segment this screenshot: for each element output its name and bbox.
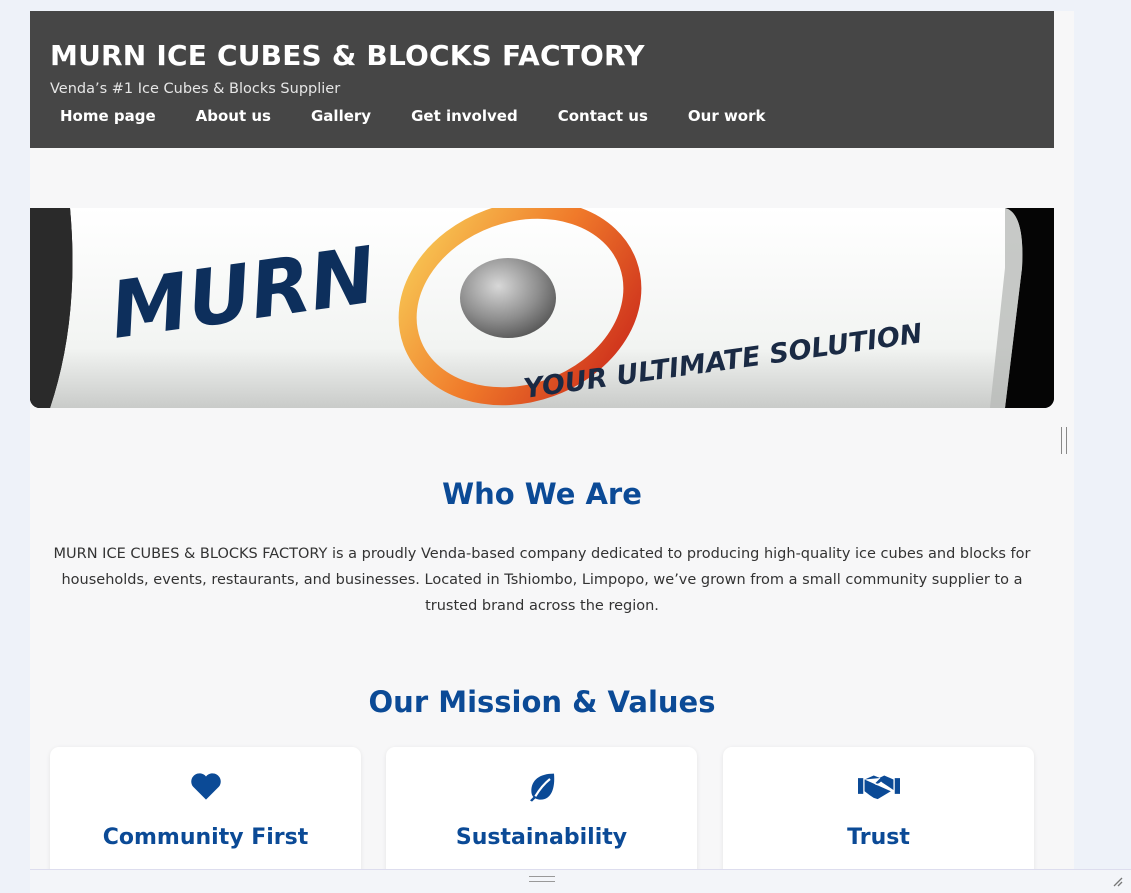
who-we-are-heading: Who We Are — [442, 477, 642, 511]
page-frame: MURN ICE CUBES & BLOCKS FACTORY Venda’s … — [30, 11, 1074, 869]
nav-get-involved[interactable]: Get involved — [411, 107, 518, 125]
mission-heading: Our Mission & Values — [368, 685, 716, 719]
heart-icon — [50, 771, 361, 805]
nav-home-page[interactable]: Home page — [60, 107, 156, 125]
nav-our-work[interactable]: Our work — [688, 107, 766, 125]
main-nav: Home page About us Gallery Get involved … — [60, 107, 805, 125]
site-title: MURN ICE CUBES & BLOCKS FACTORY — [50, 39, 645, 72]
resize-corner-icon[interactable] — [1111, 875, 1123, 887]
site-tagline: Venda’s #1 Ice Cubes & Blocks Supplier — [50, 81, 341, 97]
leaf-icon — [386, 771, 697, 807]
value-card-sustainability: Sustainability — [386, 747, 697, 869]
site-header: MURN ICE CUBES & BLOCKS FACTORY Venda’s … — [30, 11, 1054, 148]
value-card-title: Trust — [847, 825, 910, 850]
value-card-title: Community First — [102, 825, 309, 850]
handshake-icon — [723, 771, 1034, 805]
nav-contact-us[interactable]: Contact us — [558, 107, 648, 125]
nav-gallery[interactable]: Gallery — [311, 107, 371, 125]
value-card-trust: Trust — [723, 747, 1034, 869]
who-we-are-text: MURN ICE CUBES & BLOCKS FACTORY is a pro… — [53, 546, 1031, 614]
scrollbar-grip[interactable] — [1061, 427, 1067, 454]
hero-banner: MURN YOUR ULTIMATE SOLUTION — [30, 208, 1054, 408]
value-card-title: Sustainability — [455, 825, 628, 850]
nav-about-us[interactable]: About us — [196, 107, 271, 125]
value-card-community: Community First — [50, 747, 361, 869]
drag-handle-icon[interactable] — [529, 876, 555, 882]
preview-bottom-bar — [30, 869, 1131, 893]
banner-logo-image: MURN YOUR ULTIMATE SOLUTION — [30, 208, 1054, 408]
